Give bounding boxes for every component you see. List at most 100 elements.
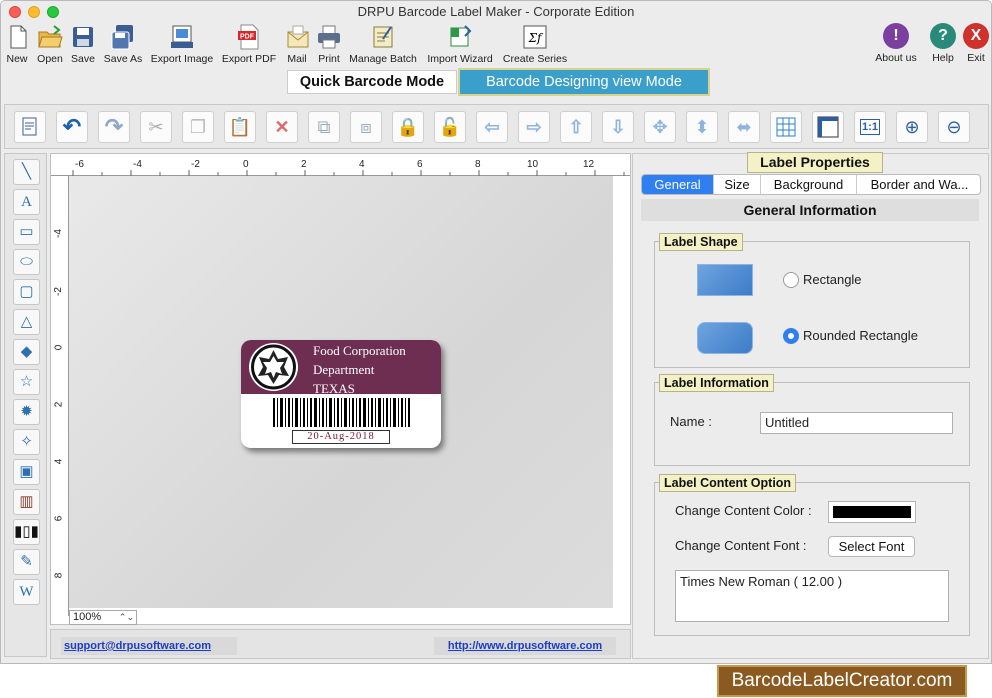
print-icon	[315, 23, 343, 51]
delete-button[interactable]: ✕	[266, 111, 298, 143]
content-color-picker[interactable]	[828, 501, 916, 523]
rectangle-radio[interactable]	[783, 272, 799, 288]
redo-button[interactable]: ↷	[98, 111, 130, 143]
undo-button[interactable]: ↶	[56, 111, 88, 143]
cut-icon: ✂	[148, 117, 164, 137]
triangle-tool[interactable]: △	[13, 309, 40, 335]
paste-button[interactable]: 📋	[224, 111, 256, 143]
group-icon: ⧉	[317, 117, 331, 137]
rounded-rectangle-tool[interactable]: ▢	[13, 279, 40, 305]
barcode-image	[273, 398, 411, 427]
quick-barcode-mode-button[interactable]: Quick Barcode Mode	[287, 70, 457, 94]
support-email-link[interactable]: support@drpusoftware.com	[61, 637, 237, 655]
rounded-rectangle-radio[interactable]	[783, 328, 799, 344]
tab-size[interactable]: Size	[714, 175, 761, 194]
save-button[interactable]: Save	[69, 23, 97, 65]
properties-icon	[15, 112, 45, 142]
image-tool[interactable]: ▣	[13, 459, 40, 485]
rectangle-tool[interactable]: ▭	[13, 219, 40, 245]
tab-background[interactable]: Background	[761, 175, 857, 194]
move-left-button[interactable]: ⇦	[476, 111, 508, 143]
window-minimize-button[interactable]	[28, 6, 40, 18]
center-button[interactable]: ✥	[644, 111, 676, 143]
ruler-button[interactable]	[812, 111, 844, 143]
zoom-in-button[interactable]: ⊕	[896, 111, 928, 143]
mail-icon	[284, 23, 312, 51]
copy-button[interactable]: ❐	[182, 111, 214, 143]
manage-batch-button[interactable]: Manage Batch	[348, 23, 418, 65]
about-us-button[interactable]: ! About us	[873, 23, 919, 64]
mail-button[interactable]: Mail	[284, 23, 310, 65]
library-tool[interactable]: ▥	[13, 489, 40, 515]
lock-button[interactable]: 🔒	[392, 111, 424, 143]
zoom-in-icon: ⊕	[904, 117, 920, 137]
ruler-tick: 2	[301, 159, 307, 170]
barcode-tool[interactable]: ▮▯▮	[13, 519, 40, 545]
window-zoom-button[interactable]	[47, 6, 59, 18]
manage-batch-icon	[369, 23, 397, 51]
tab-border-and-watermark[interactable]: Border and Wa...	[857, 175, 980, 194]
text-tool[interactable]: A	[13, 189, 40, 215]
rounded-rectangle-radio-label[interactable]: Rounded Rectangle	[803, 328, 918, 343]
burst-tool[interactable]: ✹	[13, 399, 40, 425]
properties-button[interactable]	[14, 111, 46, 143]
ruler-tick: -4	[133, 159, 142, 170]
zoom-out-button[interactable]: ⊖	[938, 111, 970, 143]
website-link[interactable]: http://www.drpusoftware.com	[434, 637, 616, 655]
name-field[interactable]: Untitled	[760, 412, 953, 434]
select-font-button[interactable]: Select Font	[828, 536, 915, 557]
import-wizard-button[interactable]: Import Wizard	[424, 23, 496, 65]
ruler-tick: 2	[53, 401, 65, 408]
ungroup-button[interactable]: ⧈	[350, 111, 382, 143]
exit-button[interactable]: X Exit	[963, 23, 989, 64]
export-image-button[interactable]: Export Image	[149, 23, 215, 65]
section-title: General Information	[641, 199, 979, 221]
rectangle-shape-preview[interactable]	[697, 264, 753, 296]
arrow-down-icon: ⇩	[610, 117, 626, 137]
tab-general[interactable]: General	[642, 175, 714, 194]
export-pdf-button[interactable]: PDF Export PDF	[221, 23, 277, 65]
new-button[interactable]: New	[4, 23, 30, 65]
move-right-button[interactable]: ⇨	[518, 111, 550, 143]
zoom-select[interactable]: 100% ⌃⌄	[69, 610, 137, 625]
diamond-tool[interactable]: ◆	[13, 339, 40, 365]
pinch-star-tool[interactable]: ✧	[13, 429, 40, 455]
line-tool[interactable]: ╲	[13, 159, 40, 185]
actual-size-button[interactable]: 1:1	[854, 111, 886, 143]
window-close-button[interactable]	[9, 6, 21, 18]
help-button[interactable]: ? Help	[929, 23, 957, 64]
align-horizontal-icon: ⬌	[736, 117, 752, 137]
arrow-right-icon: ⇨	[526, 117, 542, 137]
diamond-icon: ◆	[20, 343, 33, 360]
barcode-designing-mode-button[interactable]: Barcode Designing view Mode	[458, 68, 710, 96]
signature-tool[interactable]: ✎	[13, 549, 40, 575]
cut-button[interactable]: ✂	[140, 111, 172, 143]
move-down-button[interactable]: ⇩	[602, 111, 634, 143]
pdf-badge: PDF	[240, 34, 255, 41]
watermark-tool[interactable]: W	[13, 579, 40, 605]
grid-button[interactable]	[770, 111, 802, 143]
align-vertical-button[interactable]: ⬍	[686, 111, 718, 143]
group-title: Label Shape	[659, 233, 743, 251]
lock-icon: 🔒	[396, 117, 420, 137]
rounded-rectangle-shape-preview[interactable]	[697, 322, 753, 354]
ruler-tick: 6	[53, 515, 65, 522]
move-up-button[interactable]: ⇧	[560, 111, 592, 143]
delete-icon: ✕	[274, 117, 290, 137]
rectangle-icon: ▭	[19, 223, 34, 240]
barcode-label[interactable]: Food Corporation Department TEXAS 20-Aug…	[241, 340, 441, 448]
ellipse-tool[interactable]: ⬭	[13, 249, 40, 275]
rectangle-radio-label[interactable]: Rectangle	[803, 272, 862, 287]
save-as-button[interactable]: Save As	[102, 23, 144, 65]
print-button[interactable]: Print	[315, 23, 343, 65]
ruler-tick: 8	[53, 572, 65, 579]
barcode-icon: ▮▯▮	[14, 523, 39, 540]
group-button[interactable]: ⧉	[308, 111, 340, 143]
unlock-button[interactable]: 🔓	[434, 111, 466, 143]
export-pdf-icon: PDF	[235, 23, 263, 51]
open-button[interactable]: Open	[35, 23, 65, 65]
undo-icon: ↶	[62, 114, 82, 139]
star-tool[interactable]: ☆	[13, 369, 40, 395]
align-horizontal-button[interactable]: ⬌	[728, 111, 760, 143]
create-series-button[interactable]: Σf Create Series	[501, 23, 569, 65]
